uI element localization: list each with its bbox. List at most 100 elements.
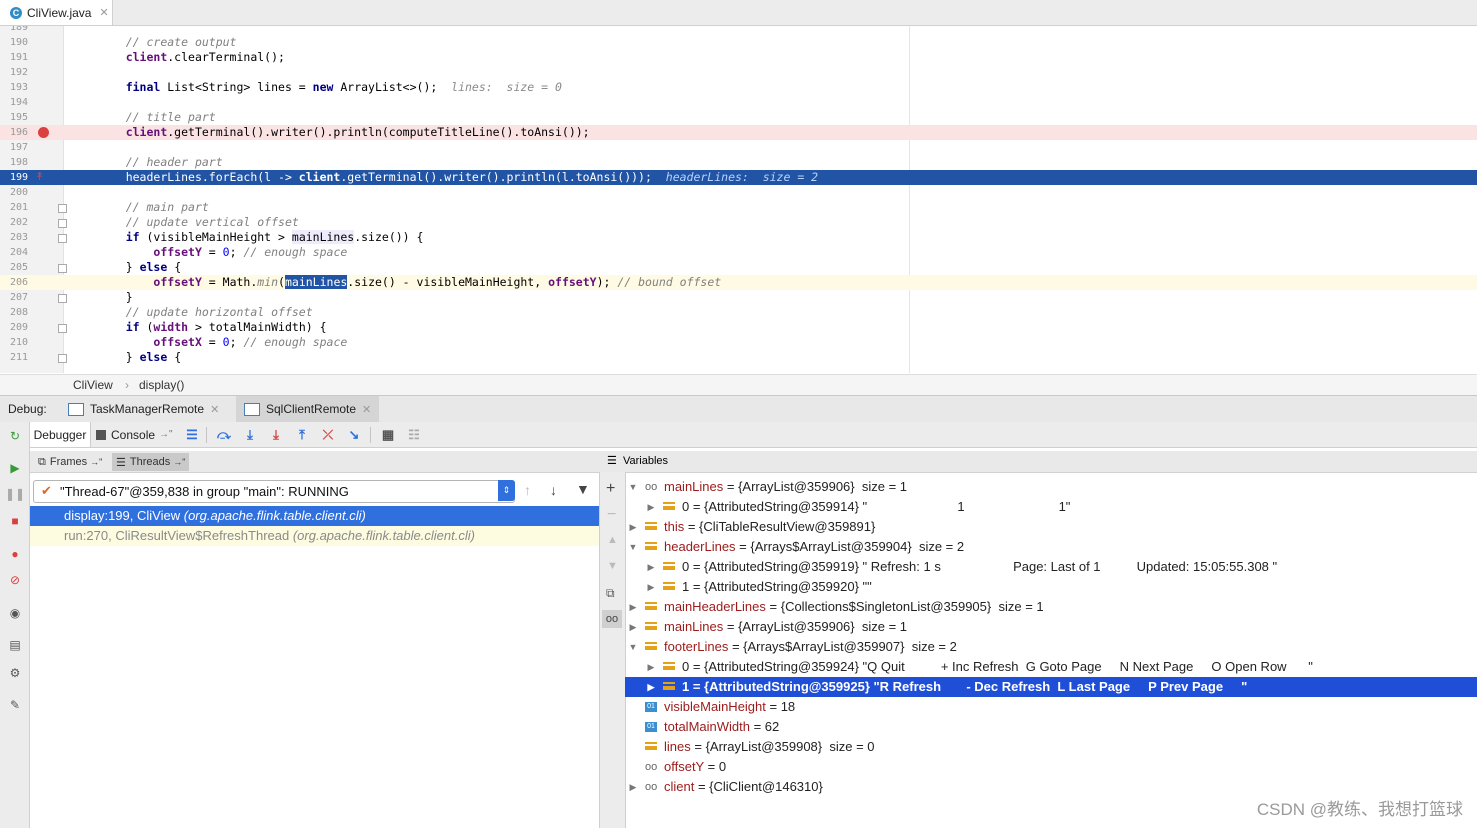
code-line[interactable]: 204 offsetY = 0; // enough space xyxy=(0,245,1477,260)
layout-icon[interactable]: ▤ xyxy=(7,637,23,653)
tab-threads[interactable]: ☰ Threads →" xyxy=(112,453,190,471)
view-breakpoints-icon[interactable]: ● xyxy=(7,546,23,562)
chevron-right-icon[interactable]: ▶ xyxy=(646,657,656,677)
fold-icon[interactable] xyxy=(58,204,67,213)
variable-row[interactable]: ▼ oo mainLines = {ArrayList@359906} size =… xyxy=(625,477,1477,497)
code-line[interactable]: 201 // main part xyxy=(0,200,1477,215)
code-line[interactable]: 195 // title part xyxy=(0,110,1477,125)
pin-icon[interactable]: ✎ xyxy=(7,697,23,713)
debug-tab-taskmanager[interactable]: TaskManagerRemote ✕ xyxy=(60,396,227,422)
variable-row[interactable]: ▶ 1 = {AttributedString@359920} "" xyxy=(625,577,1477,597)
trace-icon[interactable]: ☷ xyxy=(406,427,422,443)
code-line[interactable]: 189 xyxy=(0,26,1477,35)
code-line[interactable]: 196 client.getTerminal().writer().printl… xyxy=(0,125,1477,140)
variable-row[interactable]: ▼ footerLines = {Arrays$ArrayList@359907}… xyxy=(625,637,1477,657)
mute-breakpoints-icon[interactable]: ⊘ xyxy=(7,572,23,588)
close-icon[interactable]: ✕ xyxy=(99,6,108,19)
variable-row[interactable]: ▶ 0 = {AttributedString@359919} " Refresh… xyxy=(625,557,1477,577)
chevron-right-icon[interactable]: ▶ xyxy=(628,517,638,537)
debug-tab-sqlclient[interactable]: SqlClientRemote ✕ xyxy=(236,396,380,422)
chevron-updown-icon[interactable]: ⇕ xyxy=(498,480,515,501)
code-line[interactable]: 205 } else { xyxy=(0,260,1477,275)
fold-icon[interactable] xyxy=(58,354,67,363)
variable-row[interactable]: oo offsetY = 0 xyxy=(625,757,1477,777)
frame-row[interactable]: display:199, CliView (org.apache.flink.t… xyxy=(30,506,599,526)
chevron-right-icon[interactable]: ▶ xyxy=(646,677,656,697)
variable-row[interactable]: lines = {ArrayList@359908} size = 0 xyxy=(625,737,1477,757)
tab-console[interactable]: Console →" xyxy=(96,422,173,447)
close-icon[interactable]: ✕ xyxy=(210,403,219,416)
code-line[interactable]: 207 } xyxy=(0,290,1477,305)
fold-icon[interactable] xyxy=(58,294,67,303)
chevron-down-icon[interactable]: ▼ xyxy=(628,537,638,557)
code-line[interactable]: 211 } else { xyxy=(0,350,1477,365)
frame-row[interactable]: run:270, CliResultView$RefreshThread (or… xyxy=(30,526,599,546)
pause-icon[interactable]: ❚❚ xyxy=(5,486,25,502)
variable-row[interactable]: ▼ headerLines = {Arrays$ArrayList@359904}… xyxy=(625,537,1477,557)
step-into-icon[interactable]: ⤓ xyxy=(242,427,258,443)
fold-icon[interactable] xyxy=(58,324,67,333)
breakpoint-icon[interactable] xyxy=(38,127,49,138)
variable-row[interactable]: ▶ 0 = {AttributedString@359924} "Q Quit +… xyxy=(625,657,1477,677)
code-line[interactable]: 198 // header part xyxy=(0,155,1477,170)
show-watches-icon[interactable]: oo xyxy=(602,610,622,628)
thread-selector[interactable]: ✔ "Thread-67"@359,838 in group "main": R… xyxy=(33,480,515,503)
code-line[interactable]: 193 final List<String> lines = new Array… xyxy=(0,80,1477,95)
variable-row[interactable]: ▶ this = {CliTableResultView@359891} xyxy=(625,517,1477,537)
variable-row[interactable]: ▶ 0 = {AttributedString@359914} " 1 1" xyxy=(625,497,1477,517)
remove-watch-icon[interactable]: − xyxy=(607,506,616,524)
fold-icon[interactable] xyxy=(58,264,67,273)
code-line[interactable]: 191 client.clearTerminal(); xyxy=(0,50,1477,65)
code-line[interactable]: 210 offsetX = 0; // enough space xyxy=(0,335,1477,350)
rerun-icon[interactable]: ↻ xyxy=(7,428,23,444)
step-out-icon[interactable]: ⤒ xyxy=(294,427,310,443)
chevron-right-icon[interactable]: ▶ xyxy=(628,597,638,617)
chevron-down-icon[interactable]: ▼ xyxy=(628,637,638,657)
tab-debugger[interactable]: Debugger xyxy=(30,422,91,447)
chevron-right-icon[interactable]: ▶ xyxy=(646,497,656,517)
step-over-icon[interactable]: ⤼ xyxy=(216,427,232,443)
fold-icon[interactable] xyxy=(58,219,67,228)
code-line[interactable]: 206 offsetY = Math.min(mainLines.size() … xyxy=(0,275,1477,290)
variable-row[interactable]: ▶ oo client = {CliClient@146310} xyxy=(625,777,1477,797)
code-line[interactable]: 199 headerLines.forEach(l -> client.getT… xyxy=(0,170,1477,185)
stop-icon[interactable]: ■ xyxy=(7,513,23,529)
resume-icon[interactable]: ▶ xyxy=(7,460,23,476)
code-line[interactable]: 200 xyxy=(0,185,1477,200)
breadcrumb-class[interactable]: CliView xyxy=(73,378,113,392)
code-line[interactable]: 190 // create output xyxy=(0,35,1477,50)
variable-row[interactable]: ▶ mainHeaderLines = {Collections$Singleto… xyxy=(625,597,1477,617)
code-line[interactable]: 202 // update vertical offset xyxy=(0,215,1477,230)
filter-icon[interactable]: ▼ xyxy=(576,481,590,497)
code-line[interactable]: 197 xyxy=(0,140,1477,155)
variable-row[interactable]: ▶ mainLines = {ArrayList@359906} size = 1 xyxy=(625,617,1477,637)
close-icon[interactable]: ✕ xyxy=(362,403,371,416)
variable-row[interactable]: 01 totalMainWidth = 62 xyxy=(625,717,1477,737)
new-watch-icon[interactable]: + xyxy=(606,480,615,498)
fold-icon[interactable] xyxy=(58,234,67,243)
code-line[interactable]: 203 if (visibleMainHeight > mainLines.si… xyxy=(0,230,1477,245)
variable-row[interactable]: ▶ 1 = {AttributedString@359925} "R Refres… xyxy=(625,677,1477,697)
tab-frames[interactable]: ⧉ Frames →" xyxy=(34,453,106,471)
chevron-down-icon[interactable]: ▼ xyxy=(628,477,638,497)
force-step-into-icon[interactable]: ⤓ xyxy=(268,427,284,443)
move-down-icon[interactable]: ▼ xyxy=(607,560,618,572)
chevron-right-icon[interactable]: ▶ xyxy=(646,557,656,577)
evaluate-expression-icon[interactable]: ▦ xyxy=(380,427,396,443)
gear-icon[interactable]: ⚙ xyxy=(7,665,23,681)
code-editor[interactable]: 189 190 // create output 191 client.clear… xyxy=(0,26,1477,373)
editor-tab-cliview[interactable]: C CliView.java ✕ xyxy=(0,0,113,25)
code-line[interactable]: 194 xyxy=(0,95,1477,110)
show-execution-point-icon[interactable]: ☰ xyxy=(184,427,200,443)
next-frame-icon[interactable]: ↓ xyxy=(550,482,557,498)
copy-icon[interactable]: ⧉ xyxy=(606,586,615,601)
chevron-right-icon[interactable]: ▶ xyxy=(628,777,638,797)
variable-row[interactable]: 01 visibleMainHeight = 18 xyxy=(625,697,1477,717)
prev-frame-icon[interactable]: ↑ xyxy=(524,482,531,498)
chevron-right-icon[interactable]: ▶ xyxy=(628,617,638,637)
camera-icon[interactable]: ◉ xyxy=(7,605,23,621)
code-line[interactable]: 192 xyxy=(0,65,1477,80)
drop-frame-icon[interactable]: ⤫ xyxy=(320,427,336,443)
move-up-icon[interactable]: ▲ xyxy=(607,534,618,546)
breadcrumb-method[interactable]: display() xyxy=(139,378,184,392)
